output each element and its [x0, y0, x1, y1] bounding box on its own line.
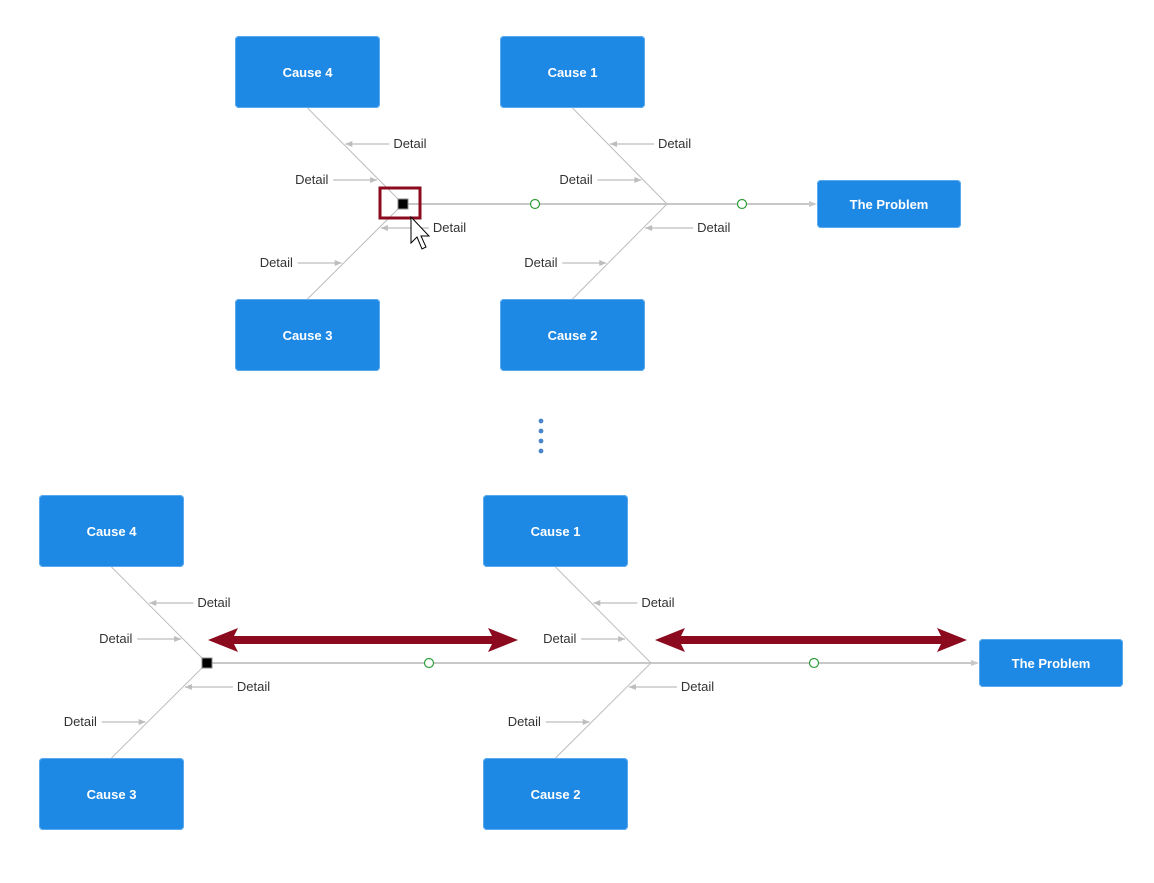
cause-1-node-label: Cause 1	[530, 523, 581, 539]
detail-label[interactable]: Detail	[197, 596, 230, 610]
cause-bone-line[interactable]	[555, 566, 652, 664]
cause-bone-line[interactable]	[111, 566, 208, 664]
cause-2-node-label: Cause 2	[530, 786, 581, 802]
tail-endpoint-handle[interactable]	[201, 657, 213, 669]
cause-4-node[interactable]: Cause 4	[235, 36, 380, 108]
cause-3-node[interactable]: Cause 3	[39, 758, 184, 830]
cause-bone-line[interactable]	[111, 662, 208, 759]
cause-2-node-label: Cause 2	[547, 327, 598, 343]
mouse-cursor-icon	[410, 215, 431, 250]
spine-arrowhead-icon	[809, 201, 817, 207]
arrowhead-icon	[618, 636, 626, 642]
stretch-arrow-icon	[208, 628, 518, 652]
cause-1-node[interactable]: Cause 1	[500, 36, 645, 108]
detail-label[interactable]: Detail	[543, 632, 576, 646]
spine-arrowhead-icon	[971, 660, 979, 666]
arrowhead-icon	[380, 225, 388, 231]
arrowhead-icon	[184, 684, 192, 690]
cause-bone-line[interactable]	[572, 107, 668, 205]
tail-endpoint-handle[interactable]	[397, 198, 409, 210]
detail-label[interactable]: Detail	[508, 715, 541, 729]
detail-label[interactable]: Detail	[260, 256, 293, 270]
detail-label[interactable]: Detail	[237, 680, 270, 694]
ellipsis-dot-icon	[538, 438, 544, 444]
cause-3-node-label: Cause 3	[282, 327, 333, 343]
detail-label[interactable]: Detail	[524, 256, 557, 270]
arrowhead-icon	[334, 260, 342, 266]
cause-2-node[interactable]: Cause 2	[500, 299, 645, 371]
cause-4-node-label: Cause 4	[86, 523, 137, 539]
cause-1-node[interactable]: Cause 1	[483, 495, 628, 567]
problem-node[interactable]: The Problem	[817, 180, 961, 228]
problem-node-label: The Problem	[1011, 655, 1091, 671]
arrowhead-icon	[174, 636, 182, 642]
arrowhead-icon	[370, 177, 378, 183]
diagram-canvas	[101, 107, 979, 759]
arrowhead-icon	[645, 225, 653, 231]
arrowhead-icon	[149, 600, 157, 606]
cause-3-node-label: Cause 3	[86, 786, 137, 802]
ellipsis-dot-icon	[538, 428, 544, 434]
arrowhead-icon	[609, 141, 617, 147]
detail-label[interactable]: Detail	[295, 173, 328, 187]
arrowhead-icon	[138, 719, 146, 725]
ellipsis-dot-icon	[538, 418, 544, 424]
midpoint-handle[interactable]	[736, 198, 748, 210]
midpoint-handle[interactable]	[808, 657, 820, 669]
detail-label[interactable]: Detail	[64, 715, 97, 729]
arrowhead-icon	[634, 177, 642, 183]
arrowhead-icon	[599, 260, 607, 266]
stretch-arrow-icon	[655, 628, 967, 652]
detail-label[interactable]: Detail	[559, 173, 592, 187]
detail-label[interactable]: Detail	[99, 632, 132, 646]
detail-label[interactable]: Detail	[697, 221, 730, 235]
midpoint-handle[interactable]	[529, 198, 541, 210]
cause-2-node[interactable]: Cause 2	[483, 758, 628, 830]
problem-node-label: The Problem	[849, 196, 929, 212]
cause-bone-line[interactable]	[307, 107, 404, 205]
problem-node[interactable]: The Problem	[979, 639, 1123, 687]
cause-bone-line[interactable]	[572, 203, 668, 300]
cause-bone-line[interactable]	[555, 662, 652, 759]
arrowhead-icon	[345, 141, 353, 147]
arrowhead-icon	[628, 684, 636, 690]
cause-4-node-label: Cause 4	[282, 64, 333, 80]
cause-3-node[interactable]: Cause 3	[235, 299, 380, 371]
ellipsis-dot-icon	[538, 448, 544, 454]
cause-4-node[interactable]: Cause 4	[39, 495, 184, 567]
detail-label[interactable]: Detail	[641, 596, 674, 610]
arrowhead-icon	[582, 719, 590, 725]
detail-label[interactable]: Detail	[681, 680, 714, 694]
detail-label[interactable]: Detail	[393, 137, 426, 151]
cause-1-node-label: Cause 1	[547, 64, 598, 80]
detail-label[interactable]: Detail	[433, 221, 466, 235]
arrowhead-icon	[593, 600, 601, 606]
midpoint-handle[interactable]	[423, 657, 435, 669]
detail-label[interactable]: Detail	[658, 137, 691, 151]
